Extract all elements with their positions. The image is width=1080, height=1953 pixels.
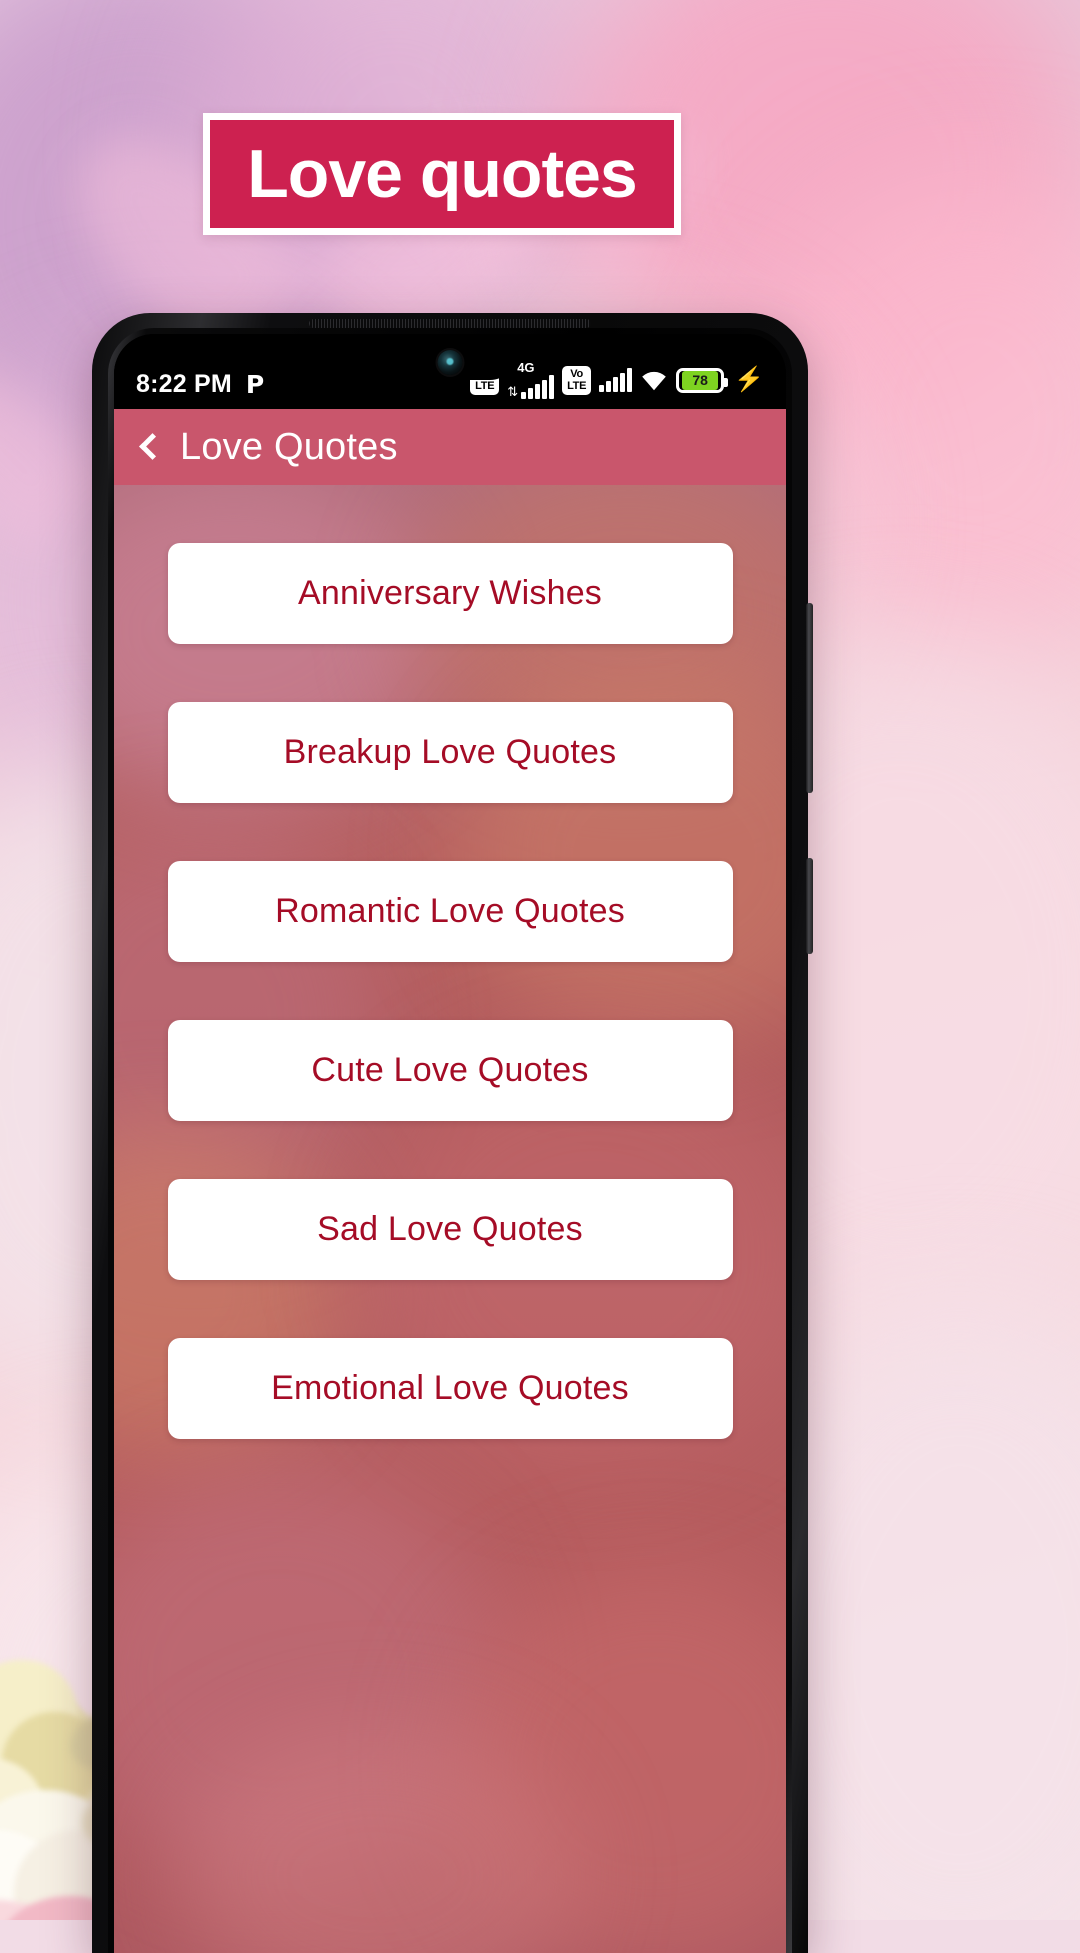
category-button-label: Cute Love Quotes: [311, 1051, 589, 1089]
volte-sim2-bottom: LTE: [567, 379, 587, 392]
network-type-label: 4G: [517, 360, 535, 375]
status-bar-clock: 8:22 PM: [136, 370, 232, 398]
signal-sim1: 4G ⇅: [507, 360, 555, 399]
category-button-anniversary-wishes[interactable]: Anniversary Wishes: [167, 543, 733, 644]
signal-sim1-row: ⇅: [507, 375, 555, 399]
wifi-icon: [640, 369, 668, 391]
category-button-label: Breakup Love Quotes: [283, 733, 617, 771]
promo-title-text: Love quotes: [247, 136, 637, 212]
signal-bars-icon: [521, 375, 555, 399]
promo-title-banner-inner: Love quotes: [210, 120, 674, 228]
battery-percent-label: 78: [692, 372, 708, 388]
data-transfer-icon: ⇅: [507, 384, 519, 399]
category-button-romantic-love-quotes[interactable]: Romantic Love Quotes: [167, 861, 733, 962]
battery-fill: 78: [682, 370, 719, 390]
category-button-label: Romantic Love Quotes: [275, 892, 625, 930]
display-notch: [384, 334, 516, 380]
battery-icon: 78: [676, 367, 729, 393]
app-bar: Love Quotes: [114, 409, 786, 485]
silent-mode-icon: P: [245, 370, 265, 399]
app-content: Anniversary Wishes Breakup Love Quotes R…: [114, 485, 786, 1953]
category-list: Anniversary Wishes Breakup Love Quotes R…: [114, 485, 786, 1439]
category-button-breakup-love-quotes[interactable]: Breakup Love Quotes: [167, 702, 733, 803]
signal-bars-sim2-icon: [599, 368, 633, 392]
category-button-sad-love-quotes[interactable]: Sad Love Quotes: [167, 1179, 733, 1280]
category-button-label: Emotional Love Quotes: [271, 1369, 629, 1407]
power-button[interactable]: [806, 858, 813, 954]
category-button-cute-love-quotes[interactable]: Cute Love Quotes: [167, 1020, 733, 1121]
volte-sim2-top: Vo: [570, 367, 583, 380]
back-chevron-icon[interactable]: [136, 434, 162, 460]
volume-button[interactable]: [806, 603, 813, 793]
promo-title-banner: Love quotes: [203, 113, 681, 235]
camera-glint: [446, 358, 454, 365]
app-bar-title: Love Quotes: [180, 425, 398, 468]
volte-sim2-icon: Vo LTE: [562, 365, 592, 395]
category-button-label: Anniversary Wishes: [297, 574, 603, 612]
earpiece-speaker: [309, 319, 591, 328]
status-bar-right: Vo LTE 4G ⇅ Vo LTE: [470, 361, 764, 399]
charging-bolt-icon: ⚡: [734, 366, 764, 393]
front-camera-icon: [437, 350, 463, 375]
phone-screen: 8:22 PM P Vo LTE 4G ⇅ Vo LTE: [114, 334, 786, 1953]
status-bar-left: 8:22 PM P: [136, 370, 264, 399]
phone-mockup: 8:22 PM P Vo LTE 4G ⇅ Vo LTE: [92, 313, 813, 1953]
volte-sim1-bottom: LTE: [475, 379, 495, 392]
category-button-emotional-love-quotes[interactable]: Emotional Love Quotes: [167, 1338, 733, 1439]
category-button-label: Sad Love Quotes: [317, 1210, 583, 1248]
